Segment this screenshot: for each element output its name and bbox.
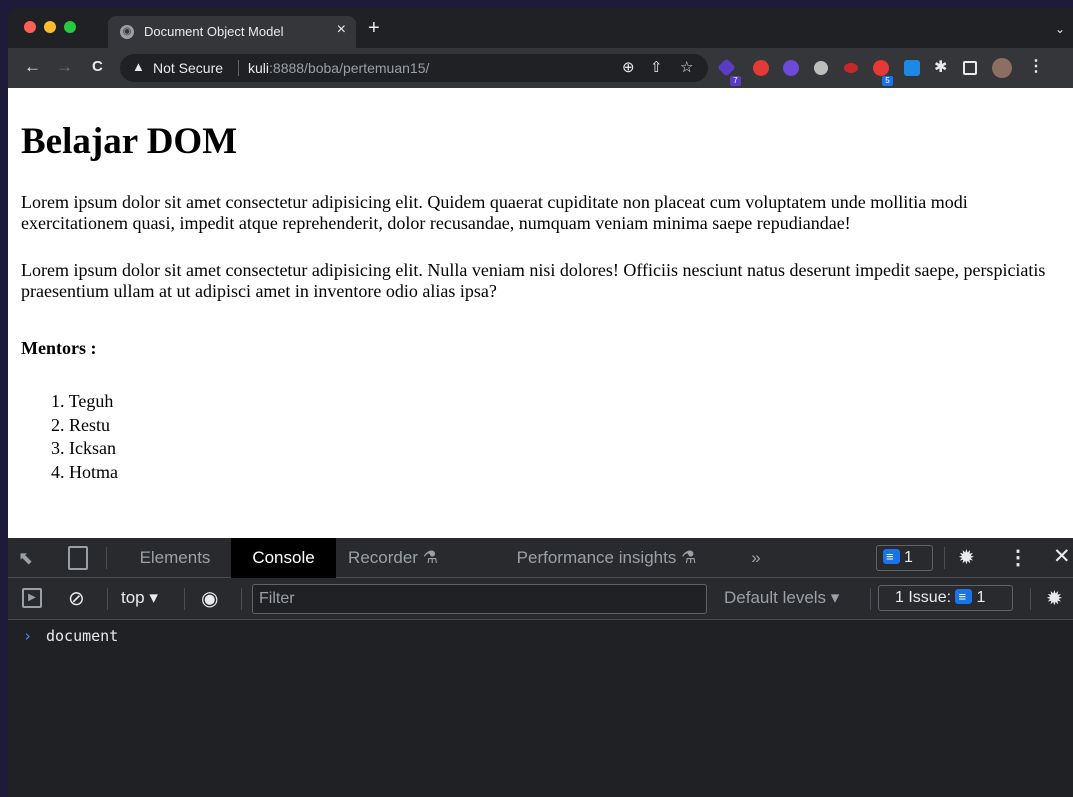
forward-button[interactable]: →: [56, 57, 73, 77]
mentors-title: Mentors :: [21, 338, 97, 358]
context-selector[interactable]: top ▾: [121, 588, 158, 608]
messages-count: 1: [904, 549, 913, 566]
browser-toolbar: ← → C ▲ Not Secure kuli:8888/boba/pertem…: [8, 48, 1073, 88]
extension-red-icon[interactable]: [873, 60, 889, 76]
extension-badge: 5: [882, 76, 893, 86]
list-item: 2. Restu: [51, 414, 111, 435]
extension-eye-icon[interactable]: [844, 63, 858, 73]
message-icon: [883, 545, 900, 569]
messages-badge[interactable]: 1: [876, 545, 933, 571]
browser-window: ◉ Document Object Model × + ⌄ ← → C ▲ No…: [8, 8, 1073, 797]
toolbar-divider: [106, 547, 107, 569]
device-toolbar-icon[interactable]: [68, 546, 88, 570]
side-panel-icon[interactable]: [963, 61, 977, 75]
log-levels-label: Default levels: [724, 588, 827, 607]
tab-elements[interactable]: Elements: [121, 538, 229, 578]
close-devtools-icon[interactable]: ✕: [1053, 544, 1071, 569]
context-label: top: [121, 588, 145, 607]
console-settings-gear-icon[interactable]: ✹: [1046, 586, 1063, 611]
tab-performance-label: Performance insights: [516, 548, 677, 567]
clear-console-icon[interactable]: ⊘: [68, 586, 85, 611]
warning-icon: ▲: [132, 59, 145, 74]
tab-recorder-label: Recorder: [348, 548, 418, 567]
maximize-window-button[interactable]: [64, 21, 76, 33]
url-host: kuli: [248, 60, 270, 76]
back-button[interactable]: ←: [24, 57, 41, 77]
extension-gear-icon[interactable]: [814, 61, 828, 75]
share-icon[interactable]: ⇧: [650, 58, 663, 76]
console-input-line[interactable]: document: [46, 627, 118, 645]
list-item: 3. Icksan: [51, 438, 116, 458]
close-window-button[interactable]: [24, 21, 36, 33]
bookmark-star-icon[interactable]: ☆: [680, 58, 693, 76]
issue-icon: [955, 585, 973, 609]
list-item: 1. Teguh: [51, 391, 114, 411]
toolbar-divider: [870, 588, 871, 610]
console-prompt-icon: ›: [23, 627, 33, 645]
devtools-panel: ⬉ Elements Console Recorder ⚗ Performanc…: [8, 538, 1073, 797]
console-filter-input[interactable]: [252, 584, 707, 614]
tab-console[interactable]: Console: [231, 538, 336, 578]
console-filter-bar: ▶ ⊘ top ▾ ◉ Default levels ▾ 1 Issue: 1 …: [8, 578, 1073, 620]
toolbar-divider: [184, 588, 185, 610]
zoom-icon[interactable]: ⊕: [622, 58, 635, 76]
issues-count: 1: [976, 589, 986, 606]
tab-performance-insights[interactable]: Performance insights ⚗: [494, 538, 719, 578]
console-output[interactable]: › document: [8, 621, 1073, 797]
tab-close-button[interactable]: ×: [337, 21, 346, 39]
page-heading: Belajar DOM: [21, 121, 238, 162]
log-levels-dropdown[interactable]: Default levels ▾: [724, 588, 839, 608]
toolbar-divider: [107, 588, 108, 610]
extension-ghost-icon[interactable]: [783, 60, 799, 76]
toolbar-divider: [1030, 588, 1031, 610]
customize-menu-icon[interactable]: ⋮: [1008, 545, 1028, 570]
tab-recorder[interactable]: Recorder ⚗: [343, 538, 443, 578]
browser-menu-icon[interactable]: ⋮: [1028, 56, 1044, 75]
reload-button[interactable]: C: [92, 58, 103, 75]
flask-icon: ⚗: [422, 548, 438, 567]
devtools-tab-bar: ⬉ Elements Console Recorder ⚗ Performanc…: [8, 538, 1073, 578]
list-item: 4. Hotma: [51, 461, 118, 482]
inspect-element-icon[interactable]: ⬉: [18, 548, 33, 569]
tab-search-button[interactable]: ⌄: [1055, 22, 1065, 36]
browser-tab[interactable]: ◉ Document Object Model ×: [108, 16, 356, 48]
tab-title: Document Object Model: [144, 24, 284, 39]
new-tab-button[interactable]: +: [368, 18, 380, 38]
paragraph-1: Lorem ipsum dolor sit amet consectetur a…: [21, 192, 968, 233]
extension-purple-icon[interactable]: [717, 58, 736, 77]
extension-hand-icon[interactable]: [753, 60, 769, 76]
issues-label: 1 Issue:: [895, 589, 952, 606]
minimize-window-button[interactable]: [44, 21, 56, 33]
flask-icon: ⚗: [681, 548, 697, 567]
extensions-puzzle-icon[interactable]: ✱: [934, 57, 950, 76]
address-bar[interactable]: ▲ Not Secure kuli:8888/boba/pertemuan15/…: [120, 54, 708, 82]
page-viewport: Belajar DOM Lorem ipsum dolor sit amet c…: [8, 88, 1073, 538]
extension-badge: 7: [730, 76, 741, 86]
tab-strip: ◉ Document Object Model × + ⌄: [8, 8, 1073, 48]
toolbar-divider: [241, 588, 242, 610]
issues-button[interactable]: 1 Issue: 1: [878, 585, 1013, 611]
more-tabs-button[interactable]: »: [741, 538, 771, 578]
sidebar-toggle-icon[interactable]: ▶: [22, 588, 42, 608]
live-expression-eye-icon[interactable]: ◉: [201, 586, 218, 611]
omnibox-divider: [238, 60, 239, 76]
extension-blue-icon[interactable]: [904, 60, 920, 76]
globe-icon: ◉: [120, 25, 134, 39]
profile-avatar[interactable]: [992, 58, 1012, 78]
url-text[interactable]: kuli:8888/boba/pertemuan15/: [248, 60, 429, 76]
security-label[interactable]: Not Secure: [153, 60, 223, 76]
mentor-list: 1. Teguh 2. Restu 3. Icksan 4. Hotma: [51, 390, 118, 484]
paragraph-2: Lorem ipsum dolor sit amet consectetur a…: [21, 260, 1046, 301]
settings-gear-icon[interactable]: ✹: [958, 545, 975, 570]
toolbar-divider: [944, 547, 945, 569]
url-path: :8888/boba/pertemuan15/: [269, 60, 430, 76]
